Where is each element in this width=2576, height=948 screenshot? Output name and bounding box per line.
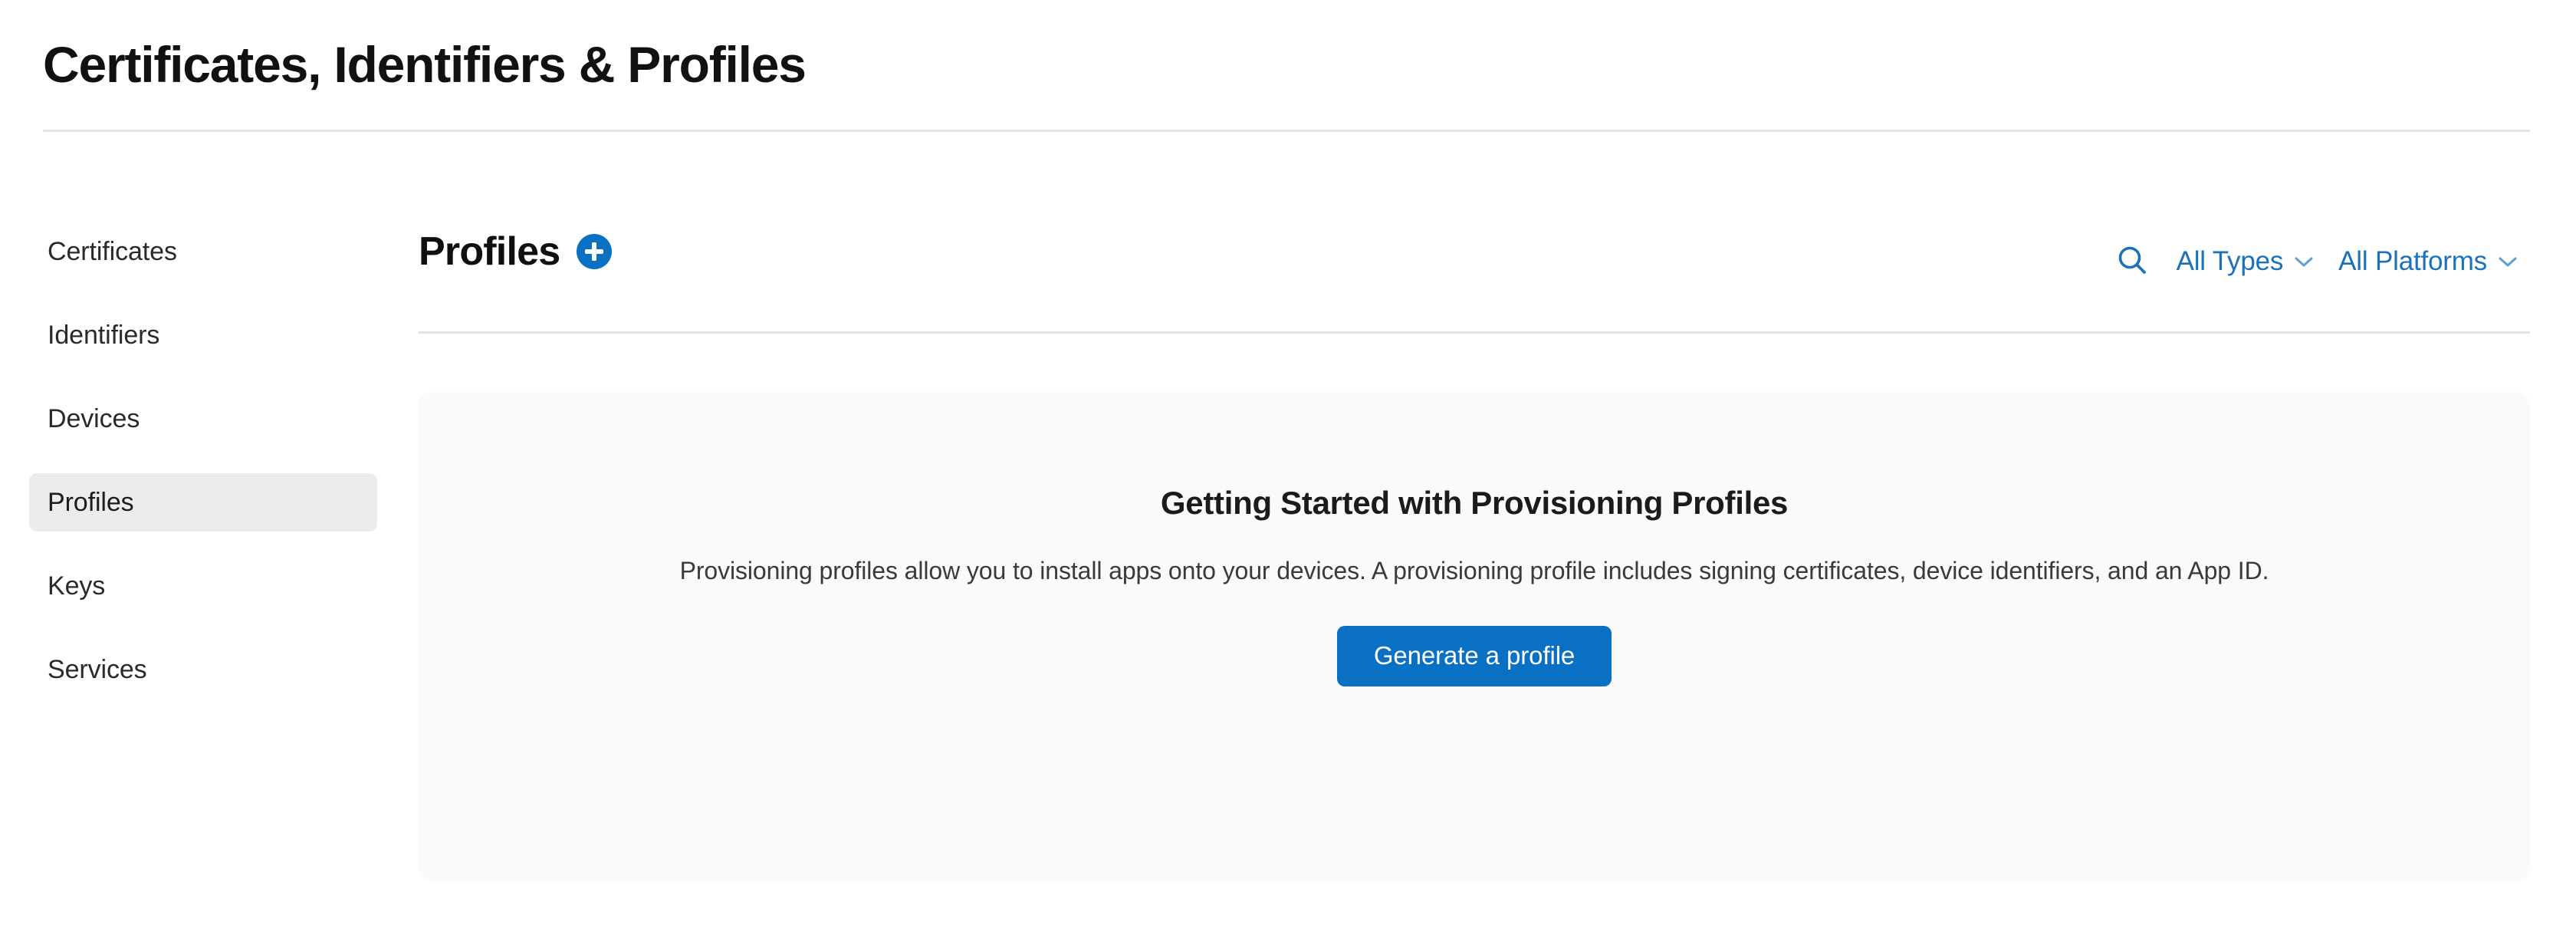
search-icon[interactable] — [2111, 239, 2154, 282]
filter-all-platforms[interactable]: All Platforms — [2326, 239, 2530, 282]
sidebar-navigation: Certificates Identifiers Devices Profile… — [0, 222, 383, 724]
filter-all-types[interactable]: All Types — [2164, 239, 2327, 282]
chevron-down-icon — [2294, 255, 2314, 270]
content-header: Profiles All Types All Platforms — [419, 215, 2530, 334]
plus-icon[interactable] — [577, 234, 613, 269]
sidebar-item-devices[interactable]: Devices — [29, 390, 377, 448]
main-content: Profiles All Types All Platforms Getting… — [419, 215, 2530, 881]
filter-all-platforms-label: All Platforms — [2338, 245, 2487, 276]
page-header: Certificates, Identifiers & Profiles — [0, 0, 2576, 132]
section-title: Profiles — [419, 229, 560, 274]
empty-state-panel: Getting Started with Provisioning Profil… — [419, 392, 2530, 881]
sidebar-item-label: Identifiers — [48, 321, 160, 350]
sidebar-item-identifiers[interactable]: Identifiers — [29, 306, 377, 364]
filter-all-types-label: All Types — [2176, 245, 2284, 276]
sidebar-item-keys[interactable]: Keys — [29, 557, 377, 615]
page-title: Certificates, Identifiers & Profiles — [43, 36, 807, 93]
sidebar-item-label: Profiles — [48, 488, 134, 517]
sidebar-item-label: Services — [48, 655, 147, 684]
section-title-group: Profiles — [419, 229, 613, 274]
content-divider — [419, 331, 2530, 334]
filter-toolbar: All Types All Platforms — [2111, 239, 2530, 282]
sidebar-item-label: Certificates — [48, 237, 177, 266]
sidebar-item-label: Devices — [48, 404, 140, 433]
sidebar-item-services[interactable]: Services — [29, 640, 377, 699]
chevron-down-icon — [2498, 255, 2518, 270]
header-divider — [43, 130, 2530, 132]
generate-profile-button[interactable]: Generate a profile — [1336, 625, 1612, 686]
empty-state-description: Provisioning profiles allow you to insta… — [679, 557, 2269, 584]
empty-state-title: Getting Started with Provisioning Profil… — [1160, 485, 1789, 521]
sidebar-item-profiles[interactable]: Profiles — [29, 473, 377, 532]
sidebar-item-certificates[interactable]: Certificates — [29, 222, 377, 281]
sidebar-item-label: Keys — [48, 571, 106, 601]
